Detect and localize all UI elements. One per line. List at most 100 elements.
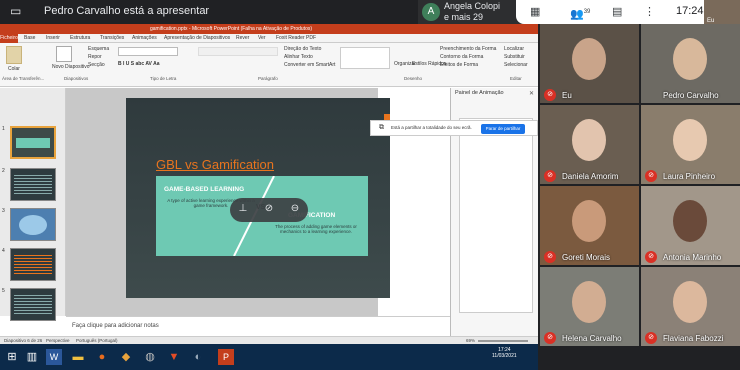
participant-tile[interactable]: ⊘ Flaviana Fabozzi <box>641 267 740 346</box>
zoom-slider[interactable] <box>478 340 528 342</box>
tab-animations[interactable]: Animações <box>132 34 157 43</box>
app-icon[interactable]: ◆ <box>118 349 134 365</box>
thumb-slide[interactable] <box>10 288 56 321</box>
group-editing: Editar <box>510 76 522 81</box>
participant-name: Pedro Carvalho <box>663 91 719 100</box>
tab-design[interactable]: Estrutura <box>70 34 90 43</box>
self-preview: Eu <box>704 0 740 24</box>
participant-tile[interactable]: ⊘ Helena Carvalho <box>540 267 639 346</box>
thumb-slide[interactable] <box>10 168 56 201</box>
participant-name: Helena Carvalho <box>562 334 622 343</box>
participant-tile[interactable]: ⊘ Antonia Marinho <box>641 186 740 265</box>
activities-icon[interactable]: ⋮ <box>644 5 655 19</box>
participant-video <box>673 119 707 161</box>
group-font: Tipo de Letra <box>150 76 177 81</box>
taskview-icon[interactable]: ▥ <box>24 349 40 365</box>
tab-review[interactable]: Rever <box>236 34 249 43</box>
stop-sharing-button[interactable]: Parar de partilhar <box>481 124 525 134</box>
group-drawing: Desenho <box>404 76 423 81</box>
chat-icon[interactable]: ▤ <box>612 5 622 19</box>
tab-slideshow[interactable]: Apresentação de Diapositivos <box>164 34 230 43</box>
participant-tile[interactable]: ⊘ Eu <box>540 24 639 103</box>
font-format-buttons[interactable]: B I U S abc AV Aa <box>118 61 160 67</box>
animation-list[interactable] <box>459 118 533 313</box>
group-paragraph: Parágrafo <box>258 76 278 81</box>
ppt-window-title: gamification.pptx - Microsoft PowerPoint… <box>150 26 313 32</box>
shape-effects-button[interactable]: Efeitos de Forma <box>440 62 478 68</box>
presenter-controls: ⊥ ⊘ ⊖ <box>230 198 308 222</box>
ppt-ribbon-tabs: Ficheiro Base Inserir Estrutura Transiçõ… <box>0 34 538 43</box>
folder-icon[interactable]: ▬ <box>70 349 86 365</box>
clock: 17:24 <box>676 5 704 17</box>
shapes-gallery[interactable] <box>340 47 390 69</box>
participant-more: e mais 29 <box>444 12 484 22</box>
animation-pane-title: Painel de Animação <box>455 90 504 96</box>
tab-base[interactable]: Base <box>24 34 35 43</box>
powerpoint-icon[interactable]: P <box>218 349 234 365</box>
share-icon: ⧉ <box>379 124 384 131</box>
app-icon[interactable]: ◍ <box>142 349 158 365</box>
reset-button[interactable]: Repor <box>88 54 102 60</box>
participant-name: Antonia Marinho <box>663 253 722 262</box>
pin-icon[interactable]: ⊥ <box>234 203 252 214</box>
shared-screen: gamification.pptx - Microsoft PowerPoint… <box>0 24 538 370</box>
participant-name: Daniela Amorim <box>562 172 619 181</box>
replace-button[interactable]: Substituir <box>504 54 525 60</box>
participant-tile[interactable]: ⊘ Daniela Amorim <box>540 105 639 184</box>
mic-off-icon: ⊘ <box>544 89 556 101</box>
find-button[interactable]: Localizar <box>504 46 524 52</box>
section-button[interactable]: Secção <box>88 62 105 68</box>
mic-off-icon: ⊘ <box>544 251 556 263</box>
more-options-icon[interactable]: ⊖ <box>286 203 304 214</box>
participant-tile[interactable]: ⊘ Goreti Morais <box>540 186 639 265</box>
tab-insert[interactable]: Inserir <box>46 34 60 43</box>
taskbar-clock: 17:24 11/03/2021 <box>492 347 517 359</box>
mute-icon[interactable]: ⊘ <box>260 203 278 214</box>
app-icon[interactable]: ◐ <box>190 349 206 365</box>
select-button[interactable]: Selecionar <box>504 62 528 68</box>
participant-name: Laura Pinheiro <box>663 172 716 181</box>
group-clipboard: Área de Transferên... <box>2 76 45 81</box>
thumb-slide[interactable] <box>10 208 56 241</box>
thumb-slide[interactable] <box>10 126 56 159</box>
thumb-slide[interactable] <box>10 248 56 281</box>
brave-icon[interactable]: ▼ <box>166 349 182 365</box>
participant-video <box>572 38 606 80</box>
paragraph-buttons[interactable] <box>198 47 278 56</box>
participant-tile[interactable]: ⊘ Laura Pinheiro <box>641 105 740 184</box>
notes-pane[interactable]: Faça clique para adicionar notas <box>66 316 450 336</box>
thumb-number: 2 <box>2 168 5 174</box>
close-icon[interactable]: ✕ <box>529 90 534 97</box>
windows-start-icon[interactable]: ⊞ <box>4 349 20 365</box>
font-select[interactable] <box>118 47 178 56</box>
people-icon[interactable]: 👥39 <box>570 5 590 21</box>
word-icon[interactable]: W <box>46 349 62 365</box>
firefox-icon[interactable]: ● <box>94 349 110 365</box>
sharing-text: Está a partilhar a totalidade do seu ecr… <box>391 125 472 130</box>
shape-outline-button[interactable]: Contorno da Forma <box>440 54 483 60</box>
layout-button[interactable]: Esquema <box>88 46 109 52</box>
gbl-heading: GAME-BASED LEARNING <box>164 186 245 193</box>
text-direction-button[interactable]: Direção do Texto <box>284 46 321 52</box>
slide-thumbnails: 1 2 3 4 5 <box>0 88 66 321</box>
tab-file[interactable]: Ficheiro <box>0 34 18 43</box>
participants-chip[interactable]: A Angela Colopi e mais 29 <box>418 0 524 24</box>
mic-off-icon: ⊘ <box>645 251 657 263</box>
participant-video <box>572 200 606 242</box>
align-text-button[interactable]: Alinhar Texto <box>284 54 313 60</box>
meeting-top-bar: ▭ Pedro Carvalho está a apresentar A Ang… <box>0 0 740 24</box>
tab-foxit[interactable]: Foxit Reader PDF <box>276 34 316 43</box>
ppt-title-bar: gamification.pptx - Microsoft PowerPoint… <box>0 24 538 34</box>
thumb-number: 3 <box>2 208 5 214</box>
participant-name: Angela Colopi <box>444 1 501 11</box>
participant-tile[interactable]: Pedro Carvalho <box>641 24 740 103</box>
tab-transitions[interactable]: Transições <box>100 34 124 43</box>
tab-view[interactable]: Ver <box>258 34 266 43</box>
new-slide-icon[interactable] <box>56 46 72 62</box>
smartart-button[interactable]: Converter em SmartArt <box>284 62 335 68</box>
layout-icon[interactable]: ▦ <box>530 5 540 19</box>
new-slide-label: Novo Diapositivo <box>52 64 90 70</box>
ppt-status-bar: Diapositivo 6 de 26 Perspective Portuguê… <box>0 336 538 344</box>
shape-fill-button[interactable]: Preenchimento da Forma <box>440 46 496 52</box>
paste-icon[interactable] <box>6 46 22 64</box>
